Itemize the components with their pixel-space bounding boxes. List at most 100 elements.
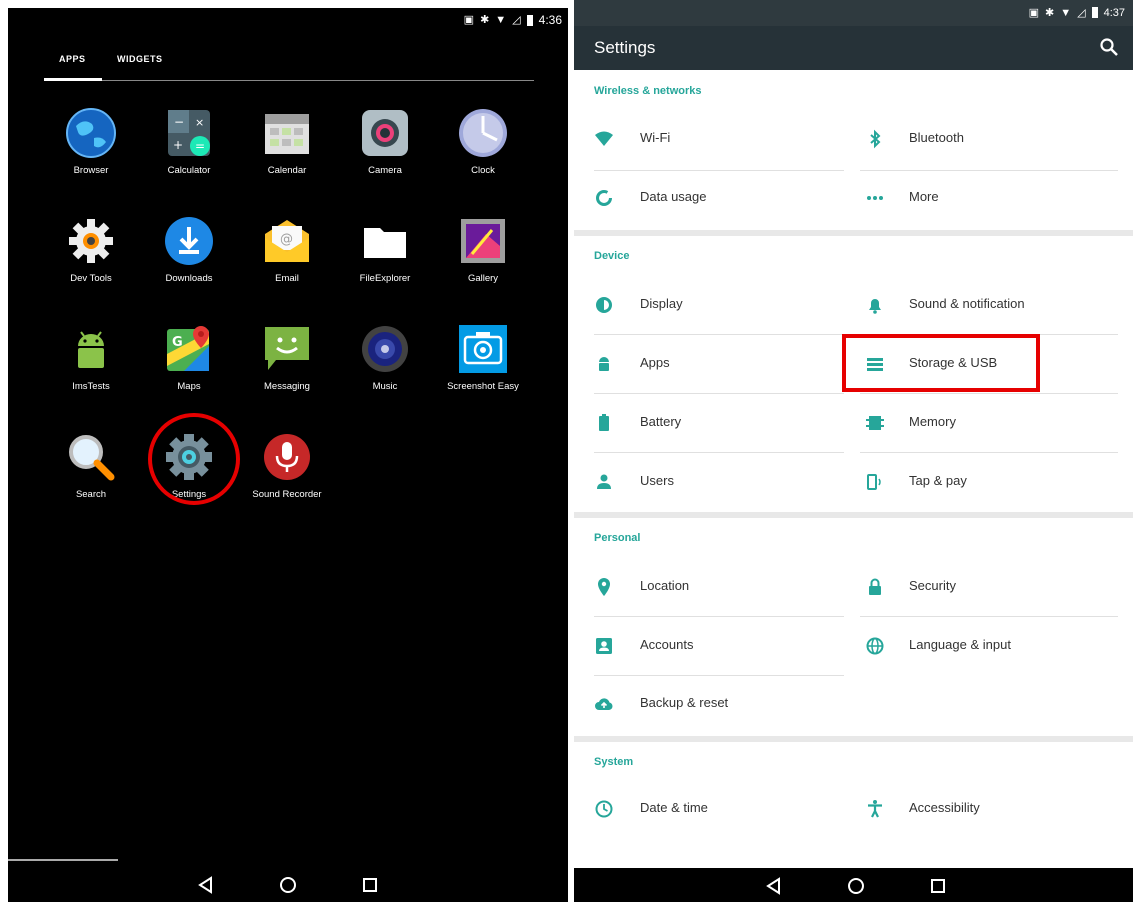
svg-text:×: × [195,116,204,129]
section-personal: Personal Location Security Accounts Lang… [574,518,1133,736]
app-fileexplorer[interactable]: FileExplorer [335,216,435,316]
svg-text:+: + [173,138,183,152]
wifi-icon [595,131,613,146]
navigation-bar [574,868,1133,902]
tab-widgets[interactable]: WIDGETS [117,54,163,64]
app-label: ImsTests [72,381,110,392]
app-calendar[interactable]: Calendar [237,108,337,208]
setting-users[interactable]: Users [574,453,846,511]
app-dev-tools[interactable]: Dev Tools [41,216,141,316]
app-label: Browser [73,165,109,176]
section-wireless: Wireless & networks Wi-Fi Bluetooth Data… [574,70,1133,230]
app-label: Downloads [165,273,213,284]
nfc-icon: ▣ [1028,7,1039,19]
signal-icon: ◿ [512,13,521,26]
setting-label: Sound & notification [909,296,1025,311]
camera-icon [459,325,507,373]
back-icon[interactable] [764,876,784,896]
setting-language-input[interactable]: Language & input [846,617,1118,675]
app-maps[interactable]: G Maps [139,324,239,424]
setting-label: Accounts [640,637,694,652]
app-screenshot-easy[interactable]: Screenshot Easy [433,324,533,424]
location-pin-icon [598,578,610,596]
app-label: Dev Tools [70,273,112,284]
app-gallery[interactable]: Gallery [433,216,533,316]
setting-sound-notification[interactable]: Sound & notification [846,276,1118,334]
page-title: Settings [594,38,656,57]
tab-apps[interactable]: APPS [59,54,86,64]
setting-accessibility[interactable]: Accessibility [846,780,1118,838]
setting-location[interactable]: Location [574,558,846,616]
recents-icon[interactable] [360,875,380,895]
calculator-icon: − × + = [168,110,210,156]
camera-icon [362,110,408,156]
nfc-icon: ▣ [463,13,475,26]
storage-highlight-box [842,334,1040,392]
home-icon[interactable] [846,876,866,896]
app-email[interactable]: @ Email [237,216,337,316]
picture-icon [461,219,505,263]
app-camera[interactable]: Camera [335,108,435,208]
recents-icon[interactable] [928,876,948,896]
setting-label: Bluetooth [909,130,964,145]
signal-icon: ◿ [1077,7,1086,19]
app-search[interactable]: Search [41,432,141,532]
setting-label: Security [909,578,956,593]
setting-data-usage[interactable]: Data usage [574,169,846,227]
app-label: FileExplorer [359,273,411,284]
setting-label: Apps [640,355,670,370]
chat-icon [265,327,309,370]
setting-tap-pay[interactable]: Tap & pay [846,453,1118,511]
setting-label: Memory [909,414,956,429]
app-music[interactable]: Music [335,324,435,424]
setting-wifi[interactable]: Wi-Fi [574,110,846,168]
app-label: Messaging [264,381,310,392]
setting-bluetooth[interactable]: Bluetooth [846,110,1118,168]
setting-label: Data usage [640,189,707,204]
setting-date-time[interactable]: Date & time [574,780,846,838]
tab-indicator [44,78,102,81]
magnifier-icon [69,435,115,481]
setting-apps[interactable]: Apps [574,335,846,393]
setting-more[interactable]: More [846,169,1118,227]
app-downloads[interactable]: Downloads [139,216,239,316]
memory-icon [866,416,884,430]
setting-battery[interactable]: Battery [574,394,846,452]
wifi-icon: ▼ [495,13,507,26]
setting-label: More [909,189,939,204]
globe-icon [66,108,116,158]
setting-label: Display [640,296,683,311]
search-icon[interactable] [1099,37,1119,57]
setting-label: Users [640,473,674,488]
app-imstests[interactable]: ImsTests [41,324,141,424]
app-calculator[interactable]: − × + = Calculator [139,108,239,208]
setting-security[interactable]: Security [846,558,1118,616]
app-label: Search [75,489,107,500]
home-icon[interactable] [278,875,298,895]
app-browser[interactable]: Browser [41,108,141,208]
setting-label: Accessibility [909,800,980,815]
bluetooth-icon: ✱ [480,13,490,26]
app-messaging[interactable]: Messaging [237,324,337,424]
lock-icon [869,578,881,595]
wifi-icon: ▼ [1060,6,1072,19]
microphone-icon [264,434,310,480]
setting-backup-reset[interactable]: Backup & reset [574,675,846,733]
app-label: Screenshot Easy [447,381,519,392]
setting-memory[interactable]: Memory [846,394,1118,452]
app-drawer-screen: ▣ ✱ ▼ ◿ 4:36 APPS WIDGETS Browser − × + … [8,8,568,902]
app-label: Maps [177,381,201,392]
speaker-icon [362,326,408,372]
app-label: Clock [471,165,495,176]
back-icon[interactable] [196,875,216,895]
android-icon [78,331,104,368]
envelope-icon: @ [265,220,309,262]
clock-icon [459,109,507,157]
setting-accounts[interactable]: Accounts [574,617,846,675]
setting-display[interactable]: Display [574,276,846,334]
setting-label: Wi-Fi [640,130,671,145]
app-sound-recorder[interactable]: Sound Recorder [237,432,337,532]
battery-icon [1091,7,1098,18]
battery-icon [599,414,609,431]
app-clock[interactable]: Clock [433,108,533,208]
